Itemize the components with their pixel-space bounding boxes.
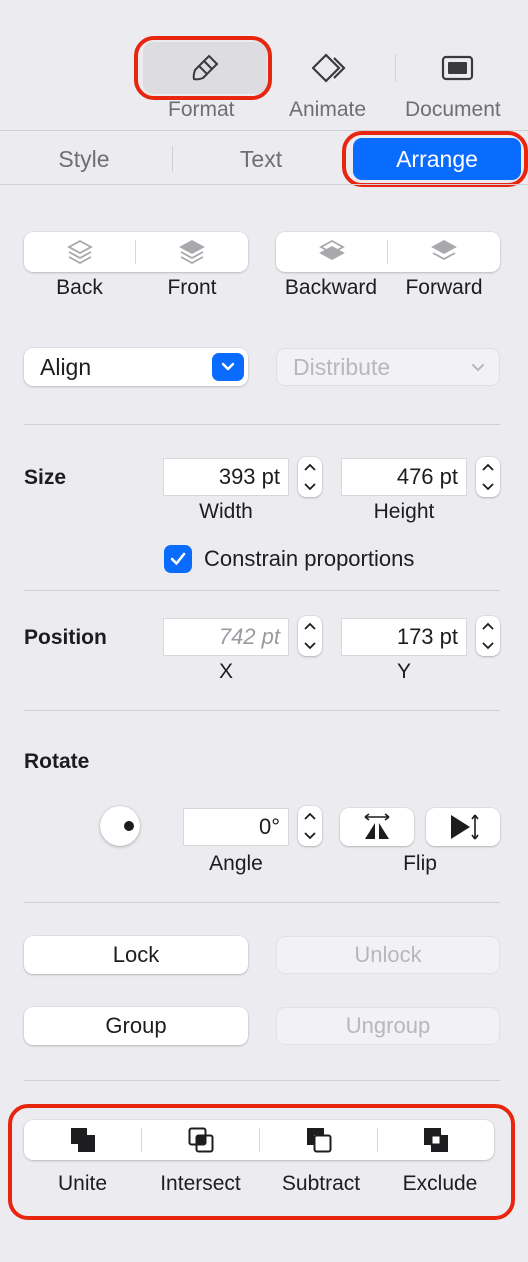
distribute-popup[interactable]: Distribute	[276, 348, 500, 386]
section-divider	[24, 1080, 500, 1081]
tab-separator	[172, 146, 173, 172]
height-label: Height	[373, 500, 435, 523]
arrange-highlight-ring	[342, 131, 528, 187]
ungroup-button[interactable]: Ungroup	[276, 1007, 500, 1045]
document-icon	[441, 55, 474, 81]
tabs-divider	[0, 184, 528, 185]
rotate-title: Rotate	[24, 750, 90, 773]
constrain-checkbox[interactable]	[164, 545, 192, 573]
stepper-arrows-icon	[482, 463, 494, 491]
backward-button[interactable]	[276, 232, 387, 272]
section-divider	[24, 590, 500, 591]
stepper-arrows-icon	[304, 463, 316, 491]
constrain-label: Constrain proportions	[204, 546, 415, 571]
section-divider	[24, 710, 500, 711]
section-divider	[24, 424, 500, 425]
send-to-back-icon	[66, 239, 93, 265]
forward-button[interactable]	[388, 232, 500, 272]
y-label: Y	[396, 660, 411, 683]
x-field[interactable]: 742 pt	[163, 618, 289, 656]
distribute-popup-label: Distribute	[293, 353, 391, 380]
chevron-down-icon	[472, 364, 484, 372]
flip-vertical-icon	[451, 814, 479, 840]
checkmark-icon	[170, 552, 186, 565]
bring-to-front-icon	[179, 239, 205, 265]
send-backward-icon	[318, 239, 345, 261]
height-stepper[interactable]	[476, 457, 500, 497]
animate-label: Animate	[289, 98, 367, 121]
y-stepper[interactable]	[476, 616, 500, 656]
flip-horizontal-button[interactable]	[340, 808, 414, 846]
align-popup-arrow	[212, 353, 244, 381]
flip-label: Flip	[403, 852, 437, 875]
format-highlight-ring	[134, 36, 272, 100]
animate-toolbar-button[interactable]	[300, 42, 364, 94]
section-divider	[24, 902, 500, 903]
front-button[interactable]	[136, 232, 248, 272]
document-label: Document	[405, 98, 501, 121]
format-label: Format	[168, 98, 235, 121]
tab-style[interactable]: Style	[28, 146, 140, 173]
animate-icon-wrap	[300, 42, 364, 94]
rotation-knob-dot	[124, 821, 134, 831]
tab-text[interactable]: Text	[205, 146, 317, 173]
toolbar-separator	[395, 54, 396, 82]
unlock-button[interactable]: Unlock	[276, 936, 500, 974]
animate-diamond-icon	[312, 53, 346, 83]
angle-field[interactable]: 0°	[183, 808, 289, 846]
group-button[interactable]: Group	[24, 1007, 248, 1045]
angle-label: Angle	[209, 852, 263, 875]
angle-stepper[interactable]	[298, 806, 322, 846]
document-toolbar-button[interactable]	[426, 42, 490, 94]
stepper-arrows-icon	[482, 622, 494, 650]
width-label: Width	[199, 500, 253, 523]
position-title: Position	[24, 626, 107, 649]
width-stepper[interactable]	[298, 457, 322, 497]
front-label: Front	[167, 276, 217, 299]
align-popup[interactable]: Align	[24, 348, 248, 386]
align-popup-label: Align	[40, 353, 92, 380]
boolean-highlight-ring	[8, 1104, 515, 1220]
backward-label: Backward	[284, 276, 378, 299]
chevron-down-icon	[221, 362, 235, 371]
bring-forward-icon	[431, 239, 457, 261]
y-field[interactable]: 173 pt	[341, 618, 467, 656]
x-label: X	[218, 660, 233, 683]
rotation-knob[interactable]	[100, 806, 140, 846]
lock-button[interactable]: Lock	[24, 936, 248, 974]
back-label: Back	[56, 276, 103, 299]
forward-label: Forward	[405, 276, 483, 299]
flip-vertical-button[interactable]	[426, 808, 500, 846]
x-stepper[interactable]	[298, 616, 322, 656]
height-field[interactable]: 476 pt	[341, 458, 467, 496]
flip-horizontal-icon	[364, 813, 390, 839]
stepper-arrows-icon	[304, 622, 316, 650]
document-icon-wrap	[426, 42, 490, 94]
back-button[interactable]	[24, 232, 135, 272]
width-field[interactable]: 393 pt	[163, 458, 289, 496]
size-title: Size	[24, 466, 67, 489]
stepper-arrows-icon	[304, 812, 316, 840]
